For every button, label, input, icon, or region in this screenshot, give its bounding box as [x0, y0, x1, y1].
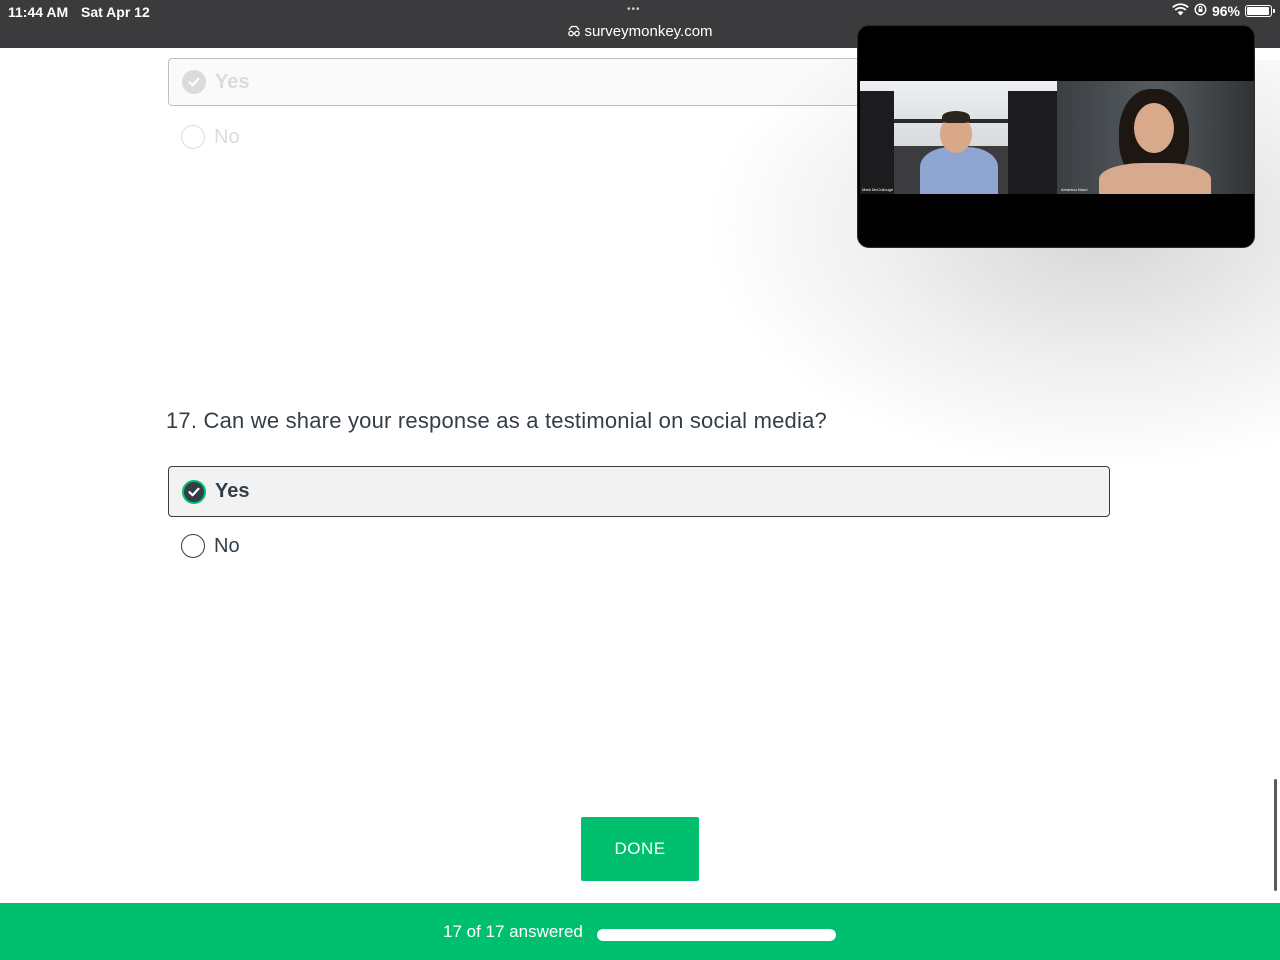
status-date: Sat Apr 12 [81, 4, 150, 20]
battery-icon [1245, 5, 1275, 17]
progress-bar-fill [597, 929, 836, 941]
progress-text: 17 of 17 answered [443, 922, 583, 941]
progress-footer: 17 of 17 answered [0, 903, 1280, 960]
choice-yes[interactable]: Yes [168, 466, 1110, 517]
radio-icon [181, 125, 205, 149]
choice-no[interactable]: No [168, 522, 1110, 570]
battery-percent: 96% [1211, 3, 1240, 19]
video-tile-participant-2: Amanlou Nouri [1057, 81, 1254, 194]
wifi-icon [1172, 3, 1189, 19]
video-tile-participant-1: Mark McCullough [860, 81, 1057, 194]
scrollbar[interactable] [1274, 779, 1277, 891]
checkmark-icon [182, 70, 206, 94]
browser-menu-dots[interactable]: ••• [627, 4, 641, 15]
privacy-icon [567, 24, 581, 42]
radio-icon [181, 534, 205, 558]
participant-name: Amanlou Nouri [1061, 187, 1088, 192]
question-text: Can we share your response as a testimon… [203, 408, 827, 433]
checkmark-icon [182, 479, 206, 504]
choice-label: No [214, 534, 240, 557]
progress-bar [597, 929, 836, 941]
choice-label: Yes [215, 70, 250, 93]
question-number: 17. [166, 408, 198, 433]
orientation-lock-icon [1194, 3, 1207, 19]
choice-label: Yes [215, 480, 250, 502]
status-indicators: 96% [1172, 3, 1275, 19]
done-button[interactable]: DONE [581, 817, 699, 881]
video-call-window[interactable]: Mark McCullough Amanlou Nouri [857, 25, 1255, 248]
url-text: surveymonkey.com [584, 23, 713, 40]
status-time: 11:44 AM [8, 4, 69, 20]
choice-label: No [214, 125, 240, 148]
participant-name: Mark McCullough [862, 187, 894, 192]
question-title: 17. Can we share your response as a test… [166, 408, 827, 434]
